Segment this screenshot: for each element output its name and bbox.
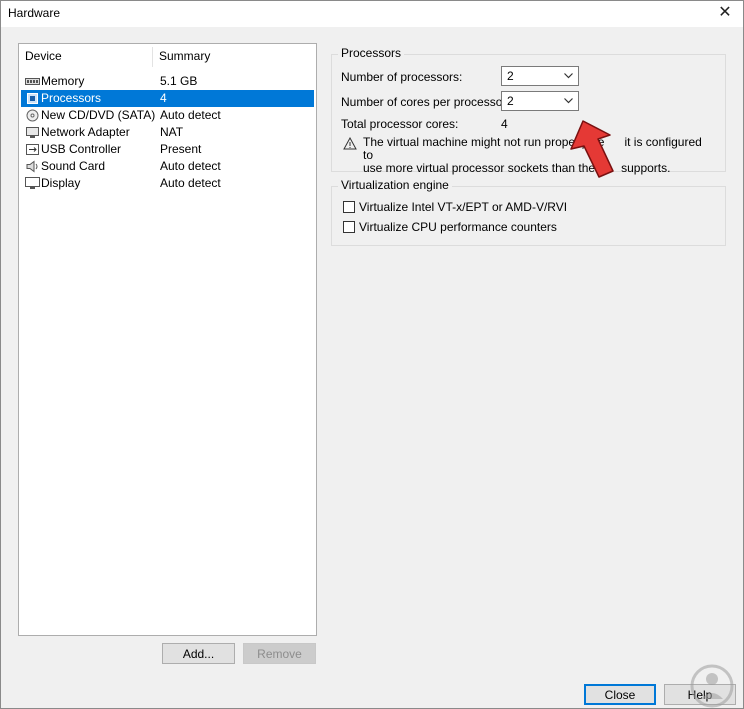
red-arrow-annotation <box>570 120 614 178</box>
cores-per-processor-select[interactable]: 2 <box>501 91 579 111</box>
device-summary: Auto detect <box>160 159 221 173</box>
device-summary: Auto detect <box>160 108 221 122</box>
device-summary: NAT <box>160 125 184 139</box>
cores-per-processor-value: 2 <box>507 94 514 108</box>
hardware-dialog: Hardware ✕ Device Summary Memory 5.1 GB … <box>0 0 744 709</box>
column-header-device[interactable]: Device <box>19 44 62 68</box>
device-row-display[interactable]: Display Auto detect <box>21 175 314 192</box>
chevron-down-icon <box>564 98 573 104</box>
device-row-network-adapter[interactable]: Network Adapter NAT <box>21 124 314 141</box>
device-name: Processors <box>41 91 102 105</box>
close-icon[interactable]: ✕ <box>715 3 735 23</box>
virtualize-vtx-checkbox[interactable] <box>343 201 355 213</box>
device-name: New CD/DVD (SATA) <box>41 108 156 122</box>
cores-per-processor-label: Number of cores per processor: <box>341 95 510 109</box>
num-processors-select[interactable]: 2 <box>501 66 579 86</box>
device-row-processors[interactable]: Processors 4 <box>21 90 314 107</box>
usb-icon <box>26 144 39 155</box>
remove-device-button[interactable]: Remove <box>243 643 316 664</box>
title-bar: Hardware ✕ <box>1 1 743 27</box>
device-row-cd-dvd[interactable]: New CD/DVD (SATA) Auto detect <box>21 107 314 124</box>
virtualize-cpu-counters-checkbox[interactable] <box>343 221 355 233</box>
device-name: USB Controller <box>41 142 122 156</box>
watermark-logo <box>690 664 734 708</box>
device-name: Memory <box>41 74 85 88</box>
window-title: Hardware <box>8 6 61 20</box>
warning-line2-tail: supports. <box>621 161 671 175</box>
device-name: Sound Card <box>41 159 106 173</box>
total-cores-value: 4 <box>501 117 508 131</box>
warning-line2: use more virtual processor sockets than … <box>363 161 596 175</box>
device-summary: Present <box>160 142 202 156</box>
warning-icon <box>343 137 357 150</box>
network-adapter-icon <box>26 127 39 138</box>
device-row-usb-controller[interactable]: USB Controller Present <box>21 141 314 158</box>
num-processors-value: 2 <box>507 69 514 83</box>
device-list[interactable]: Device Summary Memory 5.1 GB Processors … <box>18 43 317 636</box>
cd-dvd-icon <box>26 109 39 122</box>
chevron-down-icon <box>564 73 573 79</box>
num-processors-label: Number of processors: <box>341 70 463 84</box>
device-summary: 4 <box>160 91 167 105</box>
virtualize-vtx-label[interactable]: Virtualize Intel VT-x/EPT or AMD-V/RVI <box>359 200 567 214</box>
processor-icon <box>27 93 38 104</box>
total-cores-label: Total processor cores: <box>341 117 459 131</box>
device-name: Display <box>41 176 81 190</box>
close-button[interactable]: Close <box>584 684 656 705</box>
device-summary: Auto detect <box>160 176 221 190</box>
memory-icon <box>25 78 40 85</box>
device-summary: 5.1 GB <box>160 74 198 88</box>
virtualization-engine-group: Virtualization engine Virtualize Intel V… <box>331 178 726 246</box>
monitor-icon <box>25 177 40 189</box>
processor-warning-text: The virtual machine might not run proper… <box>363 136 709 175</box>
virtualize-cpu-counters-label[interactable]: Virtualize CPU performance counters <box>359 220 557 234</box>
column-header-summary[interactable]: Summary <box>153 44 210 68</box>
virtualization-group-label: Virtualization engine <box>338 178 452 192</box>
processors-group: Processors Number of processors: 2 Numbe… <box>331 46 726 175</box>
device-row-memory[interactable]: Memory 5.1 GB <box>21 73 314 90</box>
speaker-icon <box>26 160 38 173</box>
add-device-button[interactable]: Add... <box>162 643 235 664</box>
device-row-sound-card[interactable]: Sound Card Auto detect <box>21 158 314 175</box>
processors-group-label: Processors <box>338 46 405 60</box>
device-name: Network Adapter <box>41 125 130 139</box>
